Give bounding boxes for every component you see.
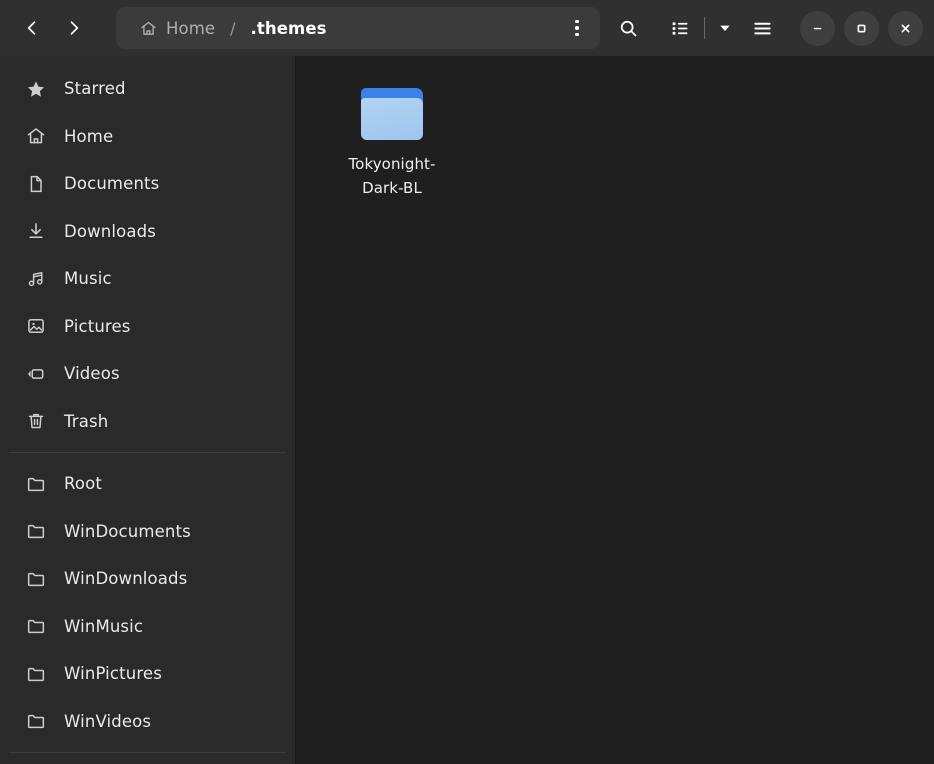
- folder-icon: [26, 521, 46, 541]
- chevron-left-icon: [27, 21, 36, 35]
- sidebar-divider-2: [9, 752, 286, 753]
- window-controls: [800, 10, 923, 46]
- sidebar-divider-1: [9, 452, 286, 453]
- window-body: Starred Home Documents Downloads Music P…: [0, 56, 934, 764]
- main-menu-button[interactable]: [740, 8, 784, 48]
- file-label: Tokyonight-Dark-BL: [348, 155, 436, 198]
- home-icon: [141, 21, 156, 35]
- download-icon: [26, 221, 46, 241]
- folder-icon: [26, 569, 46, 589]
- dot-1: [575, 19, 579, 24]
- sidebar-label-home: Home: [64, 126, 114, 146]
- sidebar-item-winpictures[interactable]: WinPictures: [7, 650, 288, 698]
- folder-icon: [361, 88, 423, 140]
- breadcrumb-separator: /: [230, 18, 236, 38]
- sidebar-label-root: Root: [64, 474, 102, 494]
- minimize-button[interactable]: [800, 10, 835, 46]
- back-button[interactable]: [11, 8, 53, 48]
- maximize-icon: [857, 24, 866, 32]
- list-view-button[interactable]: [662, 8, 699, 48]
- close-icon: [901, 24, 910, 32]
- folder-icon: [26, 711, 46, 731]
- sidebar-label-winvideos: WinVideos: [64, 711, 152, 731]
- sidebar: Starred Home Documents Downloads Music P…: [0, 56, 296, 764]
- sidebar-item-pictures[interactable]: Pictures: [7, 303, 288, 351]
- sidebar-item-videos[interactable]: Videos: [7, 350, 288, 398]
- list-view-icon: [672, 21, 688, 35]
- sidebar-label-videos: Videos: [64, 364, 120, 384]
- folder-icon: [26, 664, 46, 684]
- view-options-button[interactable]: [710, 8, 740, 48]
- sidebar-item-winmusic[interactable]: WinMusic: [7, 603, 288, 651]
- chevron-down-icon: [720, 25, 730, 31]
- sidebar-item-downloads[interactable]: Downloads: [7, 208, 288, 256]
- home-icon: [26, 126, 46, 146]
- file-item-tokyonight-dark-bl[interactable]: Tokyonight-Dark-BL: [326, 78, 458, 213]
- header-bar: Home / .themes: [0, 0, 934, 56]
- path-options-button[interactable]: [562, 12, 592, 44]
- sidebar-label-trash: Trash: [64, 411, 109, 431]
- hamburger-menu-icon: [753, 22, 771, 34]
- sidebar-label-documents: Documents: [64, 174, 160, 194]
- view-controls: [662, 8, 740, 48]
- search-button[interactable]: [606, 8, 650, 48]
- file-manager-window: Home / .themes Starred Home Documents Do…: [0, 0, 934, 764]
- maximize-button[interactable]: [844, 10, 879, 46]
- sidebar-item-windocuments[interactable]: WinDocuments: [7, 508, 288, 556]
- sidebar-item-music[interactable]: Music: [7, 255, 288, 303]
- sidebar-item-winvideos[interactable]: WinVideos: [7, 698, 288, 746]
- folder-icon: [26, 474, 46, 494]
- minimize-icon: [813, 27, 822, 29]
- picture-icon: [26, 316, 46, 336]
- folder-front: [361, 98, 423, 140]
- sidebar-item-root[interactable]: Root: [7, 460, 288, 508]
- view-separator: [704, 17, 705, 39]
- breadcrumb-bar: Home / .themes: [116, 7, 600, 49]
- sidebar-label-pictures: Pictures: [64, 316, 131, 336]
- breadcrumb-item-home[interactable]: Home: [134, 15, 221, 42]
- sidebar-label-windownloads: WinDownloads: [64, 569, 188, 589]
- sidebar-label-downloads: Downloads: [64, 221, 156, 241]
- video-icon: [26, 364, 46, 384]
- file-grid: Tokyonight-Dark-BL: [326, 78, 934, 213]
- document-icon: [26, 174, 46, 194]
- forward-button[interactable]: [53, 8, 95, 48]
- trash-icon: [26, 411, 46, 431]
- sidebar-label-starred: Starred: [64, 79, 126, 99]
- music-icon: [26, 269, 46, 289]
- file-grid-area[interactable]: Tokyonight-Dark-BL: [296, 56, 934, 764]
- close-button[interactable]: [888, 10, 923, 46]
- breadcrumb-item-themes[interactable]: .themes: [245, 15, 333, 42]
- sidebar-label-winmusic: WinMusic: [64, 616, 144, 636]
- sidebar-label-winpictures: WinPictures: [64, 664, 162, 684]
- star-icon: [26, 79, 46, 99]
- sidebar-item-documents[interactable]: Documents: [7, 160, 288, 208]
- chevron-right-icon: [70, 21, 79, 35]
- sidebar-item-home[interactable]: Home: [7, 113, 288, 161]
- folder-icon: [26, 616, 46, 636]
- dot-2: [575, 26, 579, 30]
- sidebar-item-windownloads[interactable]: WinDownloads: [7, 555, 288, 603]
- dot-3: [575, 32, 579, 37]
- sidebar-item-starred[interactable]: Starred: [7, 65, 288, 113]
- sidebar-item-trash[interactable]: Trash: [7, 398, 288, 446]
- breadcrumb-label-home: Home: [166, 18, 216, 38]
- sidebar-label-music: Music: [64, 269, 112, 289]
- sidebar-label-windocuments: WinDocuments: [64, 521, 191, 541]
- breadcrumb-label-themes: .themes: [250, 18, 327, 38]
- search-icon: [620, 20, 636, 36]
